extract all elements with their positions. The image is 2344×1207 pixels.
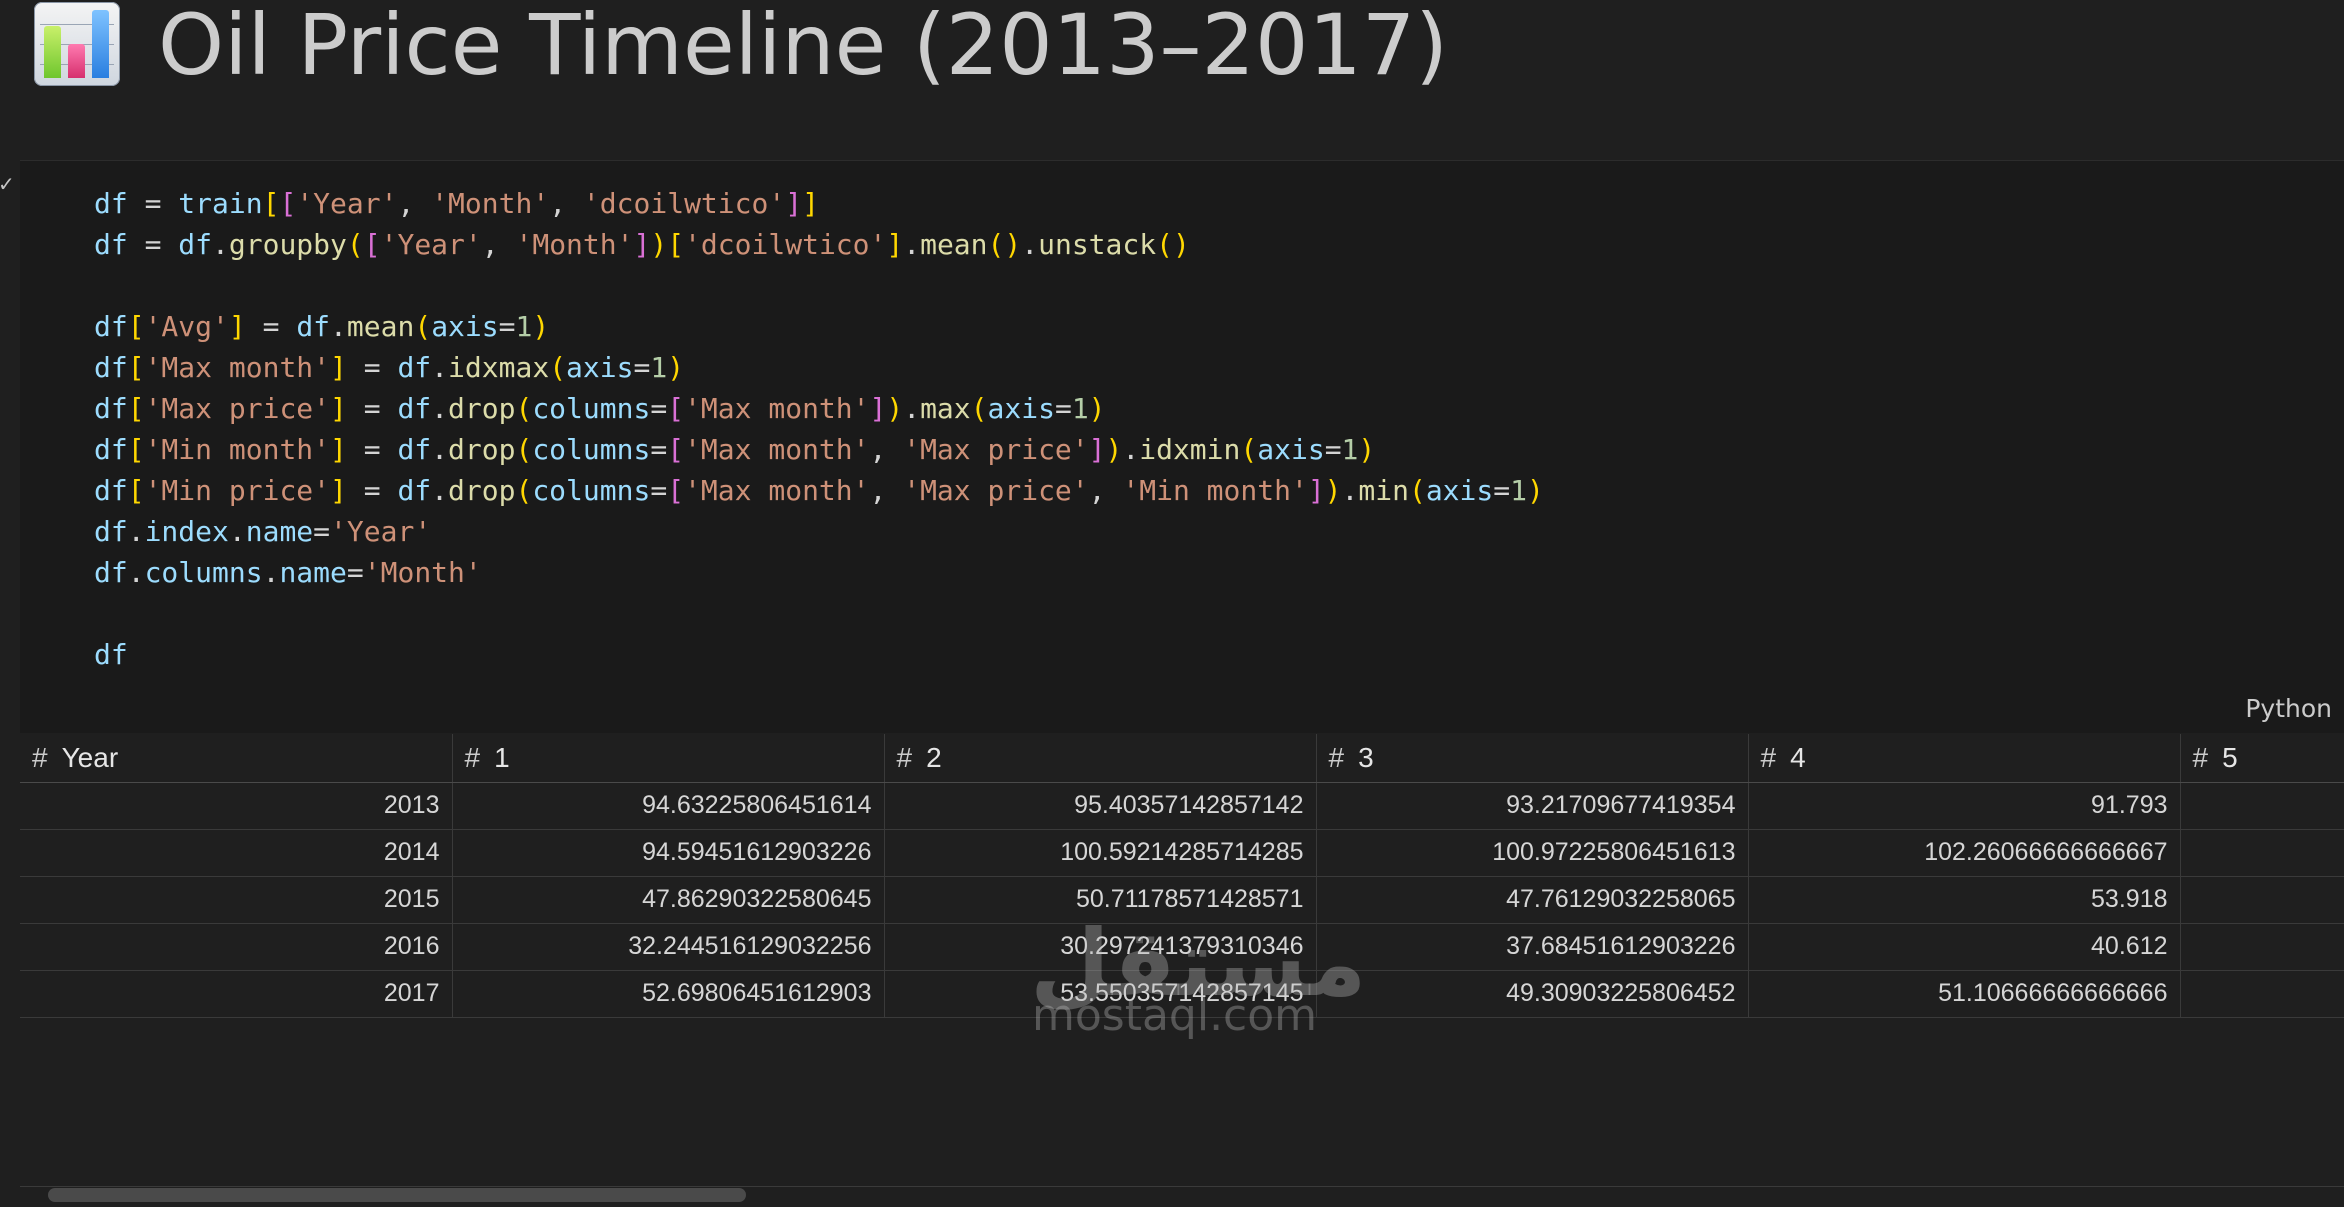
- code-line-6: df['Max price'] = df.drop(columns=['Max …: [94, 392, 1106, 425]
- code-line-8: df['Min price'] = df.drop(columns=['Max …: [94, 474, 1544, 507]
- table-cell: 100.59214285714285: [884, 829, 1317, 877]
- table-cell: 95.40357142857142: [884, 782, 1317, 830]
- code-editor[interactable]: df = train[['Year', 'Month', 'dcoilwtico…: [20, 160, 2344, 733]
- table-cell: 51.10666666666666: [1748, 970, 2181, 1018]
- table-cell: 47.76129032258065: [1316, 876, 1749, 924]
- table-cell: 93.21709677419354: [1316, 782, 1749, 830]
- table-cell: 91.793: [1748, 782, 2181, 830]
- table-cell: 94.59451612903226: [452, 829, 885, 877]
- table-cell: 2013: [20, 782, 453, 830]
- table-cell: 37.68451612903226: [1316, 923, 1749, 971]
- bar-chart-icon: [34, 2, 120, 86]
- table-cell: 94.63225806451614: [452, 782, 885, 830]
- table-cell: [2180, 829, 2344, 877]
- code-line-7: df['Min month'] = df.drop(columns=['Max …: [94, 433, 1376, 466]
- code-line-2: df = df.groupby(['Year', 'Month'])['dcoi…: [94, 228, 1190, 261]
- table-cell: 102.26066666666667: [1748, 829, 2181, 877]
- table-cell: 49.30903225806452: [1316, 970, 1749, 1018]
- code-line-5: df['Max month'] = df.idxmax(axis=1): [94, 351, 685, 384]
- table-cell: 52.69806451612903: [452, 970, 885, 1018]
- table-cell: 2014: [20, 829, 453, 877]
- table-header-row: # Year #1 #2 #3 #4 #5: [20, 734, 2344, 783]
- code-line-9: df.index.name='Year': [94, 515, 432, 548]
- table-cell: 2016: [20, 923, 453, 971]
- column-header-2[interactable]: #2: [884, 734, 1317, 783]
- table-cell: [2180, 876, 2344, 924]
- column-header-1[interactable]: #1: [452, 734, 885, 783]
- table-cell: 47.86290322580645: [452, 876, 885, 924]
- column-header-year[interactable]: # Year: [20, 734, 453, 783]
- table-cell: [2180, 782, 2344, 830]
- code-line-4: df['Avg'] = df.mean(axis=1): [94, 310, 550, 343]
- cell-language-label[interactable]: Python: [2245, 694, 2332, 723]
- check-icon: ✓: [0, 172, 15, 196]
- table-cell: 40.612: [1748, 923, 2181, 971]
- markdown-header: Oil Price Timeline (2013–2017): [0, 0, 2344, 160]
- table-cell: [2180, 923, 2344, 971]
- code-line-12: df: [94, 638, 128, 671]
- watermark-logo-latin: mostaql.com: [1032, 990, 1318, 1041]
- table-cell: 2017: [20, 970, 453, 1018]
- page-title: Oil Price Timeline (2013–2017): [158, 0, 1449, 94]
- table-row: 2013 94.63225806451614 95.40357142857142…: [20, 782, 2344, 830]
- table-cell: [2180, 970, 2344, 1018]
- column-header-5[interactable]: #5: [2180, 734, 2344, 783]
- code-line-1: df = train[['Year', 'Month', 'dcoilwtico…: [94, 187, 819, 220]
- code-line-10: df.columns.name='Month': [94, 556, 482, 589]
- table-cell: 53.918: [1748, 876, 2181, 924]
- table-cell: 2015: [20, 876, 453, 924]
- table-row: 2014 94.59451612903226 100.5921428571428…: [20, 829, 2344, 877]
- column-header-4[interactable]: #4: [1748, 734, 2181, 783]
- table-cell: 100.97225806451613: [1316, 829, 1749, 877]
- scrollbar-thumb[interactable]: [48, 1188, 746, 1202]
- column-header-3[interactable]: #3: [1316, 734, 1749, 783]
- code-block[interactable]: df = train[['Year', 'Month', 'dcoilwtico…: [94, 183, 1544, 675]
- table-cell: 32.244516129032256: [452, 923, 885, 971]
